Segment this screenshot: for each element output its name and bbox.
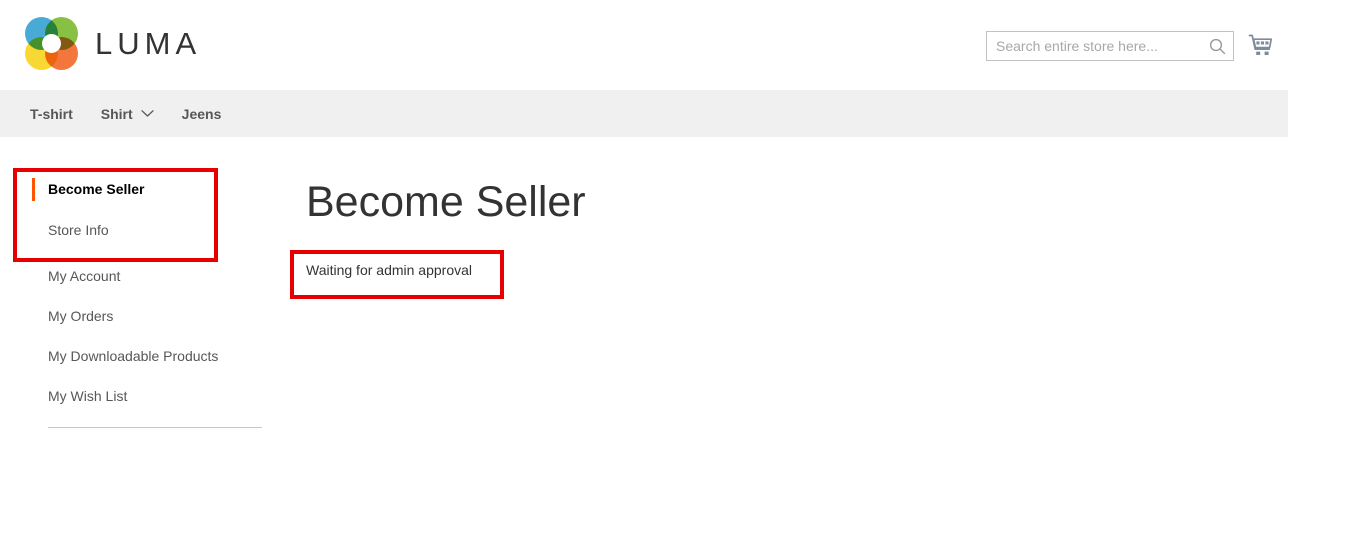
sidebar-link-my-orders[interactable]: My Orders <box>48 307 113 325</box>
main-navigation: T-shirt Shirt Jeens <box>0 90 1288 137</box>
search-box[interactable] <box>986 31 1234 61</box>
nav-item-jeens[interactable]: Jeens <box>168 90 236 137</box>
account-sidebar: Become Seller Store Info My Account My O… <box>32 178 263 428</box>
sidebar-item-store-info[interactable]: Store Info <box>48 221 263 240</box>
sidebar-link-my-account[interactable]: My Account <box>48 267 120 285</box>
nav-link-jeens[interactable]: Jeens <box>168 90 236 137</box>
shopping-cart-icon[interactable] <box>1247 32 1275 60</box>
main-content: Become Seller Waiting for admin approval <box>306 176 1206 280</box>
sidebar-account-group: My Account My Orders My Downloadable Pro… <box>48 267 263 406</box>
sidebar-link-my-downloadable-products[interactable]: My Downloadable Products <box>48 347 218 365</box>
sidebar-item-become-seller[interactable]: Become Seller <box>32 178 263 201</box>
nav-label-shirt: Shirt <box>100 105 133 122</box>
page-header: LUMA <box>0 0 1359 90</box>
nav-list: T-shirt Shirt Jeens <box>0 90 1288 137</box>
brand-logo-text: LUMA <box>95 26 202 61</box>
sidebar-link-my-wish-list[interactable]: My Wish List <box>48 387 127 405</box>
brand-logo-link[interactable]: LUMA <box>25 17 201 70</box>
nav-link-t-shirt[interactable]: T-shirt <box>0 90 87 137</box>
nav-item-t-shirt[interactable]: T-shirt <box>0 90 87 137</box>
sidebar-link-become-seller[interactable]: Become Seller <box>48 180 145 198</box>
sidebar-item-my-account[interactable]: My Account <box>48 267 263 286</box>
nav-label-t-shirt: T-shirt <box>30 105 73 122</box>
nav-link-shirt[interactable]: Shirt <box>87 90 168 137</box>
nav-label-jeens: Jeens <box>181 105 222 122</box>
sidebar-link-store-info[interactable]: Store Info <box>48 221 109 239</box>
sidebar-divider <box>48 427 262 428</box>
sidebar-seller-group: Become Seller Store Info <box>32 178 263 240</box>
nav-item-shirt[interactable]: Shirt <box>87 90 168 137</box>
luma-rings-logo-icon <box>25 17 78 70</box>
approval-status-message: Waiting for admin approval <box>306 262 473 278</box>
sidebar-item-my-wish-list[interactable]: My Wish List <box>48 387 263 406</box>
sidebar-item-my-orders[interactable]: My Orders <box>48 307 263 326</box>
chevron-down-icon <box>141 109 154 118</box>
sidebar-item-my-downloadable-products[interactable]: My Downloadable Products <box>48 347 263 366</box>
search-input[interactable] <box>987 32 1199 60</box>
page-title: Become Seller <box>306 178 586 226</box>
search-icon[interactable] <box>1205 35 1229 57</box>
